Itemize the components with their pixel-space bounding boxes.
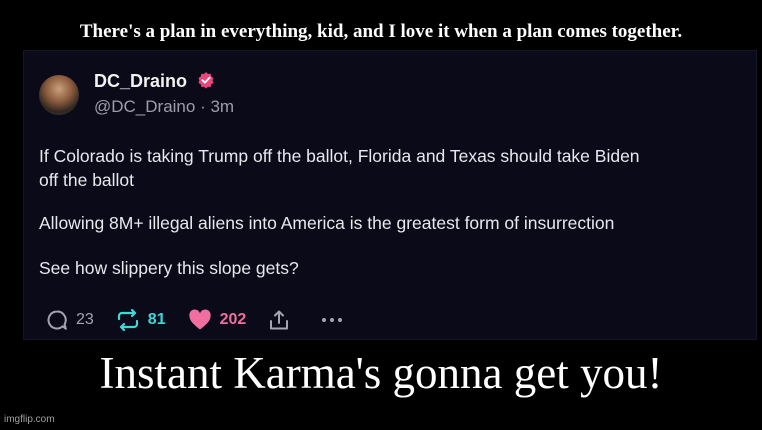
handle-and-time: @DC_Draino · 3m [94,97,235,116]
post-text-line: off the ballot [39,170,135,190]
post-text-line: See how slippery this slope gets? [39,258,299,278]
heart-icon [188,309,211,330]
repost-count: 81 [147,311,166,328]
reply-count: 23 [76,311,94,328]
reply-icon [47,310,67,330]
more-icon [322,318,343,322]
more-button[interactable] [320,309,352,331]
watermark: imgflip.com [4,414,55,425]
author-name[interactable]: DC_Draino [94,70,187,92]
bottom-caption: Instant Karma's gonna get you! [99,348,663,398]
like-button[interactable]: 202 [188,309,247,331]
avatar[interactable] [39,75,79,115]
share-button[interactable] [268,309,298,331]
post-text-line: Allowing 8M+ illegal aliens into America… [39,213,615,233]
verified-badge-icon [198,72,214,89]
like-count: 202 [219,311,247,328]
reply-button[interactable]: 23 [46,309,94,331]
post-card: DC_Draino @DC_Draino · 3m If Colorado is… [23,50,757,340]
repost-button[interactable]: 81 [116,309,166,331]
post-text-line: If Colorado is taking Trump off the ball… [39,146,640,166]
post-actions: 23 81 202 [46,308,374,332]
share-icon [270,310,289,330]
top-caption: There's a plan in everything, kid, and I… [79,21,683,42]
repost-icon [117,309,138,331]
